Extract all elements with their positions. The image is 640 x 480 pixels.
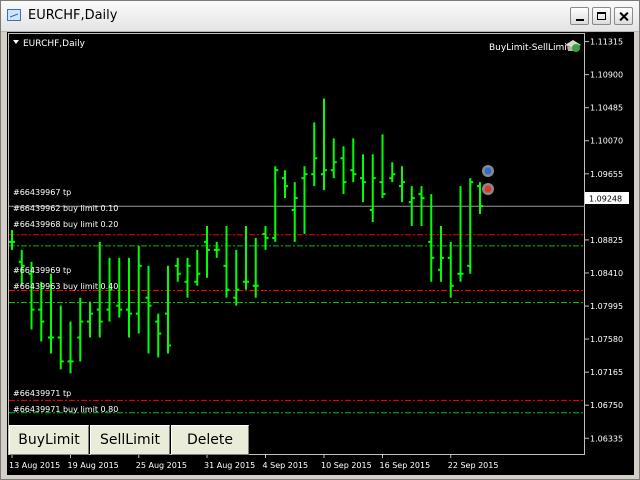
time-tick-label: 22 Sep 2015 bbox=[448, 461, 499, 470]
ohlc-bar bbox=[428, 194, 435, 282]
order-label: #66439962 buy limit 0.10 bbox=[13, 204, 118, 213]
ohlc-bar bbox=[155, 313, 162, 358]
ohlc-bar bbox=[360, 154, 366, 203]
ohlc-bar bbox=[350, 138, 357, 183]
ohlc-bar bbox=[447, 241, 454, 298]
ohlc-bar bbox=[379, 134, 386, 199]
ohlc-bar bbox=[467, 178, 474, 274]
time-tick-label: 25 Aug 2015 bbox=[136, 461, 187, 470]
maximize-icon[interactable] bbox=[592, 7, 611, 25]
order-label: #66439968 buy limit 0.20 bbox=[13, 220, 118, 229]
ohlc-bar bbox=[477, 182, 483, 215]
terminal-chart-window: EURCHF,Daily EURCHF,Daily BuyLimit-SellL… bbox=[0, 0, 640, 480]
price-tick-label: 1.10485 bbox=[590, 104, 623, 113]
time-tick-label: 10 Sep 2015 bbox=[321, 461, 372, 470]
price-tick-label: 1.11315 bbox=[590, 38, 623, 47]
order-label: #66439963 buy limit 0.40 bbox=[13, 282, 118, 291]
ohlc-bar bbox=[194, 249, 201, 286]
price-tick-label: 1.06750 bbox=[590, 401, 623, 410]
order-label: #66439967 tp bbox=[13, 188, 71, 197]
price-tick-label: 1.09655 bbox=[590, 170, 623, 179]
ohlc-bar bbox=[399, 166, 405, 203]
ohlc-bar bbox=[369, 154, 376, 222]
title-bar[interactable]: EURCHF,Daily bbox=[1, 1, 639, 32]
ohlc-chart[interactable]: EURCHF,Daily BuyLimit-SellLimit #6643996… bbox=[7, 32, 634, 475]
ohlc-bar bbox=[145, 265, 152, 354]
chart-window-icon bbox=[7, 9, 21, 21]
ohlc-bar bbox=[184, 257, 191, 298]
order-label: #66439971 tp bbox=[13, 389, 71, 398]
ohlc-bar bbox=[457, 186, 464, 282]
ohlc-bar bbox=[77, 297, 84, 362]
ohlc-bar bbox=[301, 166, 308, 234]
price-tick-label: 1.07995 bbox=[590, 302, 623, 311]
ohlc-bar bbox=[165, 265, 171, 354]
ohlc-bar bbox=[67, 321, 74, 374]
time-tick-label: 4 Sep 2015 bbox=[263, 461, 309, 470]
order-label: #66439971 buy limit 0.80 bbox=[13, 405, 118, 414]
time-tick-label: 19 Aug 2015 bbox=[68, 461, 119, 470]
time-axis: 13 Aug 2015 19 Aug 2015 25 Aug 2015 31 Aug … bbox=[9, 454, 498, 470]
ohlc-bar bbox=[223, 225, 230, 298]
delete-button[interactable]: Delete bbox=[171, 425, 249, 455]
selllimit-button[interactable]: SellLimit bbox=[90, 425, 170, 455]
chart-label: EURCHF,Daily bbox=[23, 39, 86, 49]
ohlc-bar bbox=[272, 166, 279, 242]
ohlc-bar bbox=[340, 146, 347, 195]
ohlc-bar bbox=[389, 162, 396, 183]
expert-name: BuyLimit-SellLimit bbox=[489, 43, 571, 53]
time-tick-label: 13 Aug 2015 bbox=[9, 461, 60, 470]
price-tick-label: 1.08825 bbox=[590, 236, 623, 245]
buylimit-button[interactable]: BuyLimit bbox=[9, 425, 89, 455]
ohlc-bar bbox=[9, 229, 15, 250]
ohlc-bars-layer bbox=[9, 98, 483, 374]
order-label: #66439969 tp bbox=[13, 266, 71, 275]
ohlc-bar bbox=[233, 249, 240, 306]
close-icon[interactable] bbox=[614, 7, 633, 25]
ohlc-bar bbox=[87, 301, 93, 338]
minimize-icon[interactable] bbox=[570, 7, 589, 25]
chart-area[interactable]: EURCHF,Daily BuyLimit-SellLimit #6643996… bbox=[7, 32, 634, 475]
ohlc-bar bbox=[213, 241, 220, 258]
price-tick-label: 1.10900 bbox=[590, 71, 623, 80]
price-tick-label: 1.08410 bbox=[590, 269, 623, 278]
price-tick-label: 1.07580 bbox=[590, 335, 623, 344]
price-tick-label: 1.10070 bbox=[590, 137, 623, 146]
trade-marker-down-icon[interactable] bbox=[482, 183, 494, 195]
price-tick-label: 1.07165 bbox=[590, 368, 623, 377]
price-axis: 1.11315 1.10900 1.10485 1.10070 1.09655 1.088… bbox=[585, 38, 623, 443]
ohlc-bar bbox=[252, 237, 259, 298]
ohlc-bar bbox=[291, 182, 298, 242]
current-price-label: 1.09248 bbox=[589, 195, 622, 204]
order-lines-layer bbox=[9, 205, 585, 414]
chart-menu-arrow-icon[interactable] bbox=[13, 40, 19, 44]
ohlc-bar bbox=[135, 245, 142, 334]
plot-frame bbox=[8, 33, 585, 455]
ohlc-bar bbox=[174, 257, 181, 282]
trade-marker-up-icon[interactable] bbox=[482, 165, 494, 177]
ohlc-bar bbox=[204, 225, 210, 278]
ohlc-bar bbox=[126, 257, 132, 338]
ohlc-bar bbox=[243, 225, 249, 290]
time-tick-label: 31 Aug 2015 bbox=[204, 461, 255, 470]
time-tick-label: 16 Sep 2015 bbox=[380, 461, 431, 470]
ohlc-bar bbox=[282, 170, 288, 199]
ohlc-bar bbox=[311, 122, 318, 187]
window-title: EURCHF,Daily bbox=[28, 8, 118, 23]
ohlc-bar bbox=[57, 305, 64, 370]
price-tick-label: 1.06335 bbox=[590, 434, 623, 443]
ohlc-bar bbox=[330, 138, 337, 179]
ohlc-bar bbox=[321, 98, 327, 191]
